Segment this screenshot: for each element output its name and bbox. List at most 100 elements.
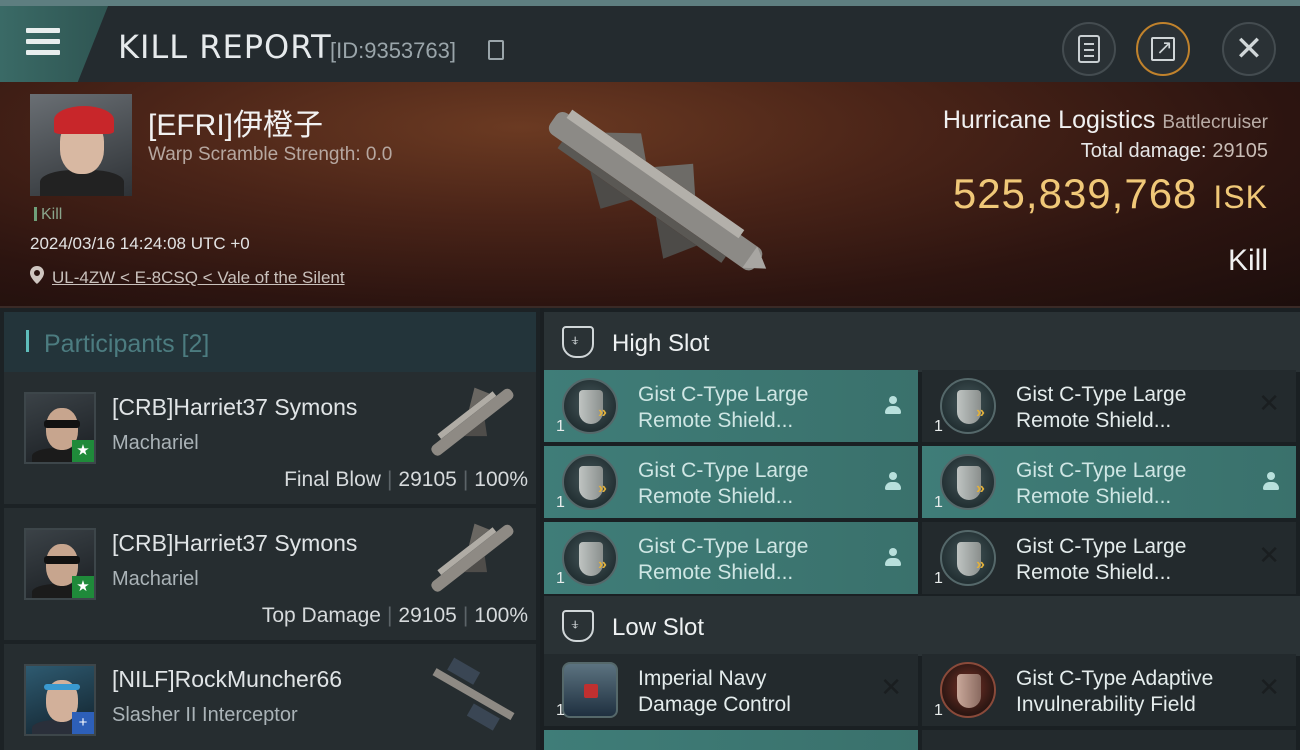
ship-class: Battlecruiser (1162, 112, 1268, 133)
low-slot-module-partial[interactable] (544, 730, 918, 750)
participant-role: Top Damage (261, 604, 381, 627)
location-pin-icon (30, 266, 44, 284)
participant-ship: Machariel (112, 568, 199, 590)
module-quantity: 1 (556, 702, 565, 719)
low-slot-module[interactable]: 1 Gist C-Type Adaptive Invulnerability Fi… (922, 654, 1296, 726)
module-name: Gist C-Type Large Remote Shield... (1016, 383, 1187, 432)
participant-ship-image (432, 657, 515, 731)
victim-avatar[interactable] (30, 94, 132, 196)
isk-value: 525,839,768 ISK (953, 170, 1268, 218)
participant-row[interactable]: + [NILF]RockMuncher66 Slasher II Interce… (4, 644, 536, 750)
victim-ship-image (548, 109, 767, 271)
high-slot-header: High Slot (544, 312, 1300, 372)
participant-ship: Machariel (112, 432, 199, 454)
participant-damage: 29105 (398, 468, 457, 491)
menu-button[interactable] (0, 6, 108, 82)
participant-ship: Slasher II Interceptor (112, 704, 298, 726)
participant-avatar[interactable]: ★ (24, 392, 96, 464)
shield-module-icon: » (562, 378, 618, 434)
damage-control-icon (562, 662, 618, 718)
invulnerability-field-icon (940, 662, 996, 718)
page-title: KILL REPORT (118, 28, 332, 66)
low-slot-module-partial[interactable] (922, 730, 1296, 750)
high-slot-module[interactable]: » 1 Gist C-Type Large Remote Shield... (544, 370, 918, 442)
destroyed-x-icon: ✕ (1258, 540, 1280, 570)
participants-title: Participants [2] (44, 330, 210, 358)
total-damage: Total damage: 29105 (1081, 140, 1268, 163)
total-damage-value: 29105 (1212, 140, 1268, 162)
participant-ship-image (431, 523, 514, 592)
pilot-icon (1262, 472, 1280, 492)
share-button[interactable] (1136, 22, 1190, 76)
close-button[interactable]: ✕ (1222, 22, 1276, 76)
participant-ship-image (431, 387, 514, 456)
participant-percent: 100% (474, 468, 528, 491)
clipboard-button[interactable] (1062, 22, 1116, 76)
hamburger-icon (26, 28, 60, 56)
victim-ship: Hurricane Logistics Battlecruiser (943, 106, 1268, 135)
high-slot-module[interactable]: » 1 Gist C-Type Large Remote Shield... (544, 522, 918, 594)
destroyed-x-icon: ✕ (1258, 672, 1280, 702)
shield-module-icon: » (562, 454, 618, 510)
total-damage-label: Total damage: (1080, 140, 1207, 162)
fitting-panel: High Slot » 1 Gist C-Type LargeRemote Sh… (544, 308, 1300, 750)
participant-row[interactable]: ★ [CRB]Harriet37 Symons Machariel Top Da… (4, 508, 536, 642)
module-quantity: 1 (556, 570, 565, 587)
victim-banner: [EFRI]伊橙子 Warp Scramble Strength: 0.0 Ki… (0, 82, 1300, 308)
high-slot-module[interactable]: » 1 Gist C-Type Large Remote Shield... (922, 446, 1296, 518)
module-name: Gist C-Type Large Remote Shield... (638, 459, 809, 508)
module-name: Imperial Navy Damage Control (638, 667, 791, 716)
module-name: Gist C-Type Large Remote Shield... (638, 383, 809, 432)
module-quantity: 1 (934, 418, 943, 435)
participant-name: [CRB]Harriet37 Symons (112, 530, 358, 556)
pilot-icon (884, 472, 902, 492)
participant-percent: 100% (474, 604, 528, 627)
pilot-icon (884, 548, 902, 568)
participant-avatar[interactable]: + (24, 664, 96, 736)
module-name: Gist C-Type Large Remote Shield... (638, 535, 809, 584)
module-name: Gist C-Type Adaptive Invulnerability Fiel… (1016, 667, 1214, 716)
ship-name: Hurricane Logistics (942, 106, 1156, 134)
participant-damage: 29105 (398, 604, 457, 627)
module-quantity: 1 (556, 418, 565, 435)
module-quantity: 1 (934, 702, 943, 719)
shield-module-icon: » (940, 530, 996, 586)
star-badge-icon: ★ (72, 440, 94, 462)
kill-tag: Kill (34, 206, 62, 224)
participant-name: [NILF]RockMuncher66 (112, 666, 343, 692)
module-name: Gist C-Type Large Remote Shield... (1016, 535, 1187, 584)
plus-badge-icon: + (72, 712, 94, 734)
low-slot-module[interactable]: 1 Imperial Navy Damage Control ✕ (544, 654, 918, 726)
isk-amount: 525,839,768 (952, 170, 1198, 217)
participant-name: [CRB]Harriet37 Symons (112, 394, 358, 420)
high-slot-icon (562, 326, 594, 358)
participant-avatar[interactable]: ★ (24, 528, 96, 600)
high-slot-module[interactable]: » 1 Gist C-Type Large Remote Shield... ✕ (922, 370, 1296, 442)
clipboard-icon (1078, 35, 1100, 63)
module-quantity: 1 (934, 570, 943, 587)
close-icon: ✕ (1234, 30, 1264, 68)
participants-panel: Participants [2] ★ [CRB]Harriet37 Symons… (0, 308, 540, 750)
high-slot-module[interactable]: » 1 Gist C-Type Large Remote Shield... ✕ (922, 522, 1296, 594)
warp-scramble-strength: Warp Scramble Strength: 0.0 (148, 144, 393, 165)
participant-role: Final Blow (284, 468, 381, 491)
pilot-icon (884, 396, 902, 416)
kill-location-link[interactable]: UL-4ZW < E-8CSQ < Vale of the Silent (52, 268, 345, 288)
participants-tab[interactable]: Participants [2] (4, 312, 536, 372)
copy-icon[interactable] (488, 40, 504, 60)
star-badge-icon: ★ (72, 576, 94, 598)
shield-module-icon: » (940, 454, 996, 510)
shield-module-icon: » (940, 378, 996, 434)
participant-stats: Top Damage | 29105 | 100% (261, 604, 528, 627)
high-slot-module[interactable]: » 1 Gist C-Type Large Remote Shield... (544, 446, 918, 518)
destroyed-x-icon: ✕ (1258, 388, 1280, 418)
module-quantity: 1 (556, 494, 565, 511)
share-icon (1151, 35, 1175, 61)
result-label: Kill (1227, 244, 1268, 277)
low-slot-label: Low Slot (612, 614, 705, 641)
module-quantity: 1 (934, 494, 943, 511)
low-slot-header: Low Slot (544, 596, 1300, 656)
low-slot-icon (562, 610, 594, 642)
participant-row[interactable]: ★ [CRB]Harriet37 Symons Machariel Final … (4, 372, 536, 506)
victim-name: [EFRI]伊橙子 (148, 109, 324, 142)
